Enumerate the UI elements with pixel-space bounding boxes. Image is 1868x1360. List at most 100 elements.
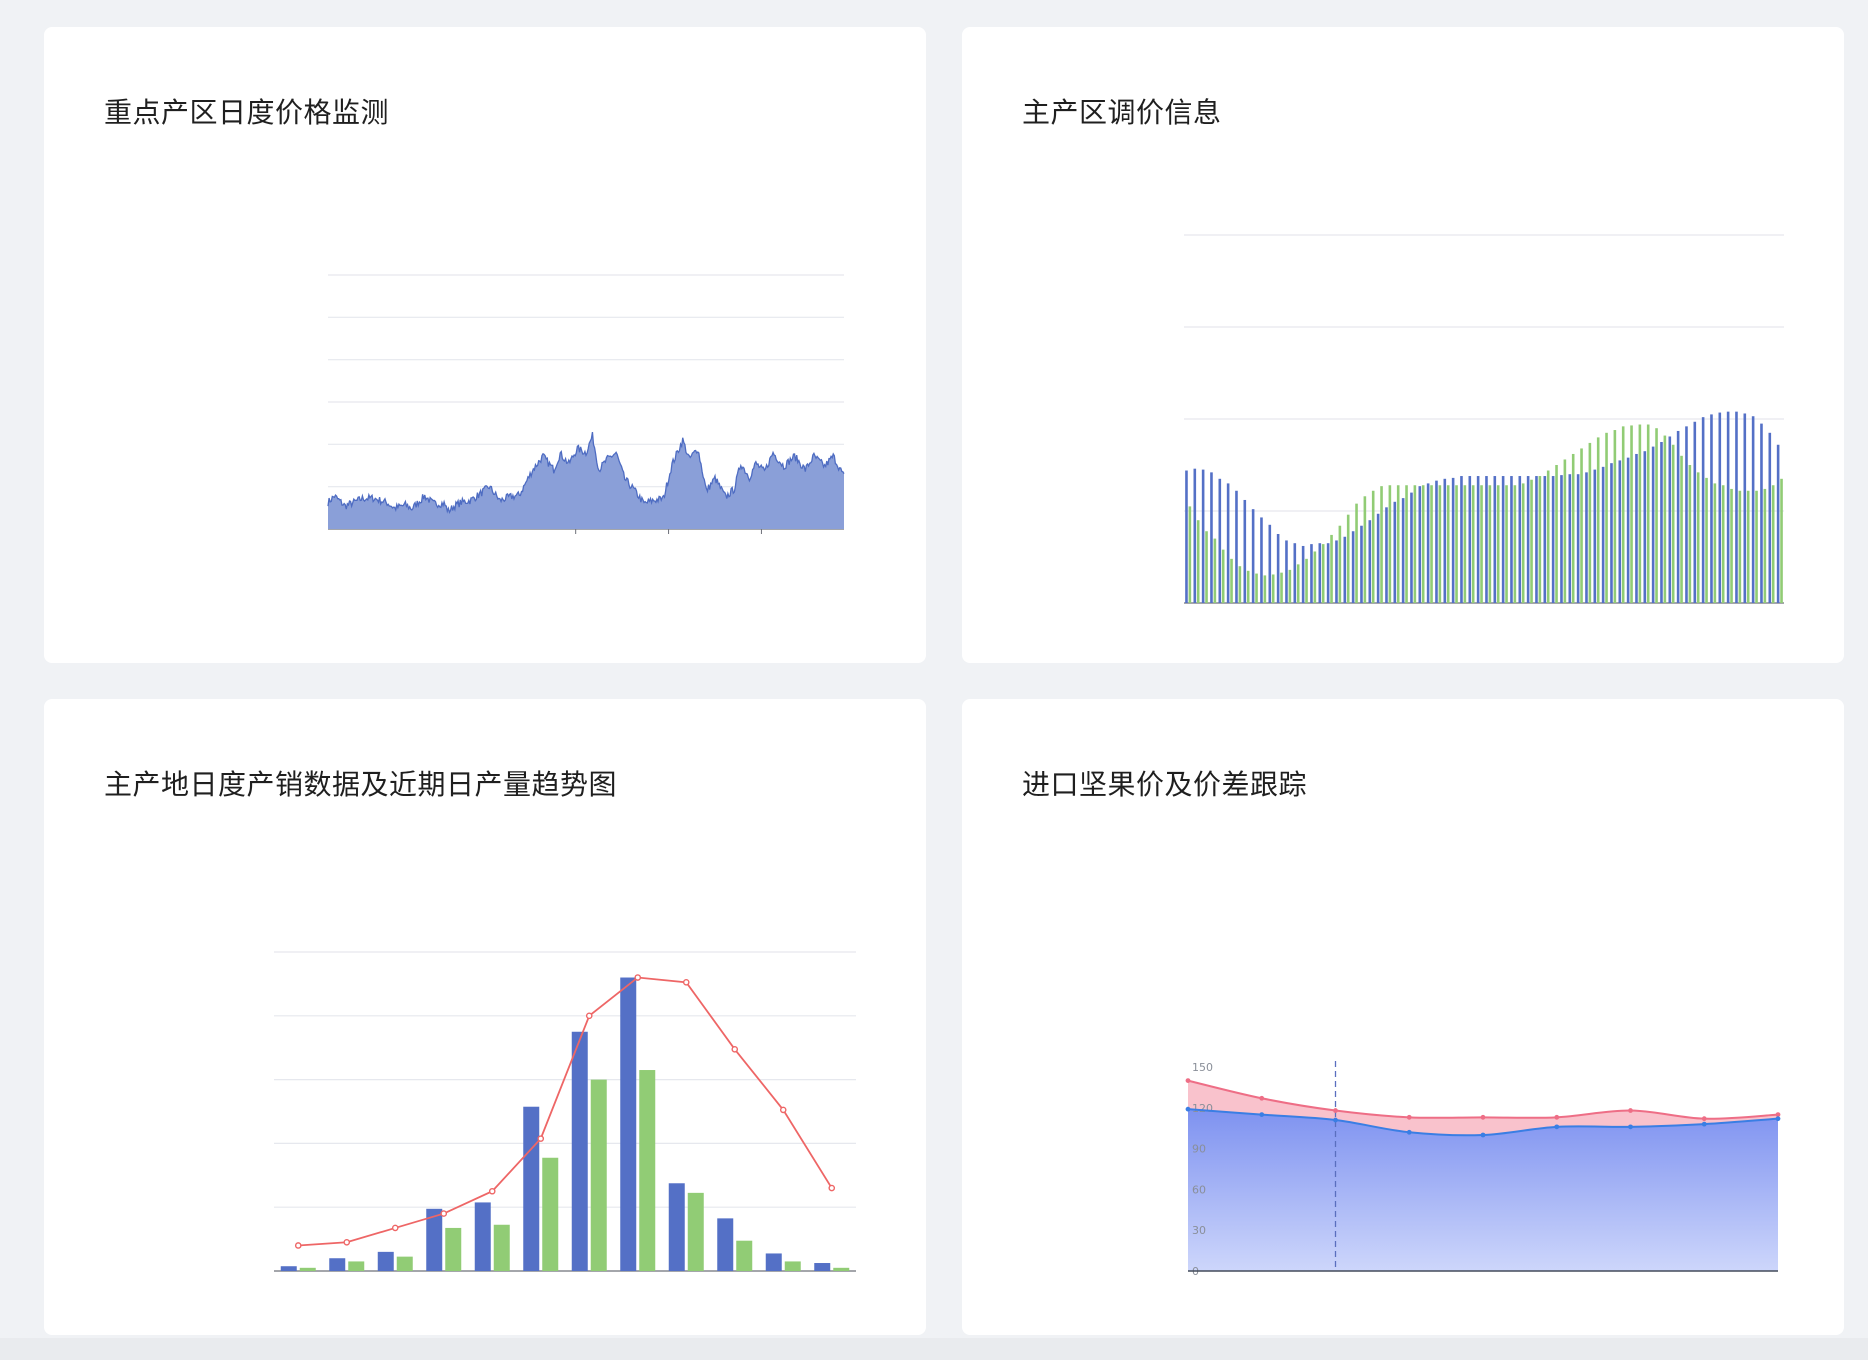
bar-series-2 [1446,485,1450,603]
bar-series-2 [1530,479,1533,603]
bar-series-1 [1485,476,1488,603]
price-top-point [1259,1095,1265,1101]
bar-series-2 [1413,485,1417,603]
bar-series-2 [1663,435,1667,603]
price-bottom-point [1554,1124,1560,1130]
bar-series-1 [329,1258,346,1271]
bar-series-2 [1646,424,1650,603]
bar-series-2 [1246,570,1250,603]
bar-series-2 [1288,569,1292,603]
bar-series-2 [445,1227,462,1271]
bar-series-1 [717,1218,734,1271]
bar-series-1 [1476,476,1480,603]
bar-series-1 [1685,426,1688,603]
bar-series-2 [542,1157,559,1271]
bar-series-1 [1218,478,1222,603]
bar-series-2 [1396,485,1400,603]
bar-series-1 [1426,483,1430,603]
production-sales-chart[interactable] [44,699,926,1335]
bar-series-2 [299,1267,316,1271]
bar-series-1 [1235,490,1238,603]
price-bottom-point [1775,1116,1781,1122]
price-monitor-chart[interactable] [44,27,926,663]
bar-series-2 [1213,538,1217,603]
price-top-point [1480,1114,1486,1120]
bar-series-2 [1313,551,1317,603]
bar-series-1 [1326,543,1330,603]
bar-series-1 [474,1202,491,1271]
bar-series-2 [1521,483,1525,603]
bar-series-1 [1210,472,1213,603]
bar-series-2 [1338,525,1342,603]
page-footer-strip [0,1338,1868,1360]
bar-series-1 [1410,492,1413,603]
bar-series-1 [1518,476,1522,603]
bar-series-1 [1310,544,1313,603]
bar-series-2 [1771,485,1775,603]
bar-series-1 [1276,534,1280,603]
bar-series-1 [1543,476,1547,603]
bar-series-2 [1196,520,1200,603]
trend-point [343,1238,351,1246]
bar-series-2 [1538,476,1542,603]
price-adjust-chart[interactable] [962,27,1844,663]
bar-series-1 [1468,476,1472,603]
price-bottom-point [1259,1112,1265,1117]
bar-series-2 [1188,506,1192,603]
bar-series-2 [639,1070,656,1271]
bar-series-1 [1585,472,1588,603]
bar-series-2 [1571,453,1575,603]
bar-series-1 [1618,460,1622,603]
price-monitor-card: 重点产区日度价格监测 [44,27,926,663]
bar-series-1 [1701,417,1705,603]
bar-series-1 [1293,543,1297,603]
bar-series-2 [1730,488,1733,603]
bar-series-1 [1418,486,1422,603]
bar-series-1 [1285,540,1288,603]
bar-series-1 [571,1031,588,1271]
bar-series-2 [1263,575,1267,603]
bar-series-2 [1488,485,1492,603]
bar-series-2 [1580,448,1583,603]
bar-series-1 [1676,430,1680,603]
bar-series-1 [1651,446,1655,603]
bar-series-1 [280,1266,297,1271]
bar-series-2 [1688,465,1692,603]
bar-series-1 [1335,540,1338,603]
bar-series-2 [1721,485,1725,603]
bar-series-2 [1255,573,1258,603]
bar-series-1 [1776,444,1780,603]
bar-series-2 [1563,459,1567,603]
price-bottom-point [1406,1129,1412,1135]
trend-point [391,1224,399,1232]
bar-series-1 [1535,476,1538,603]
bar-series-2 [1705,477,1708,603]
bar-series-1 [1268,524,1272,603]
bar-series-1 [1718,412,1722,603]
bar-series-1 [1368,520,1372,603]
trend-point [634,974,642,981]
trend-point [731,1045,739,1053]
trend-point [779,1106,787,1114]
bar-series-1 [1735,411,1738,603]
bar-series-2 [1738,490,1742,603]
bar-series-2 [1505,485,1508,603]
bar-series-1 [1401,498,1405,603]
bar-series-2 [1713,483,1717,603]
import-nut-chart[interactable]: 0306090120150 [962,699,1844,1335]
bar-series-1 [1610,463,1613,603]
bar-series-2 [396,1256,413,1271]
bar-series-1 [1593,469,1597,603]
bar-series-1 [765,1253,782,1271]
bar-series-1 [1360,525,1363,603]
bar-series-1 [1726,411,1730,603]
bar-series-2 [1271,574,1275,603]
bar-series-2 [1421,485,1425,603]
bar-series-2 [1588,442,1592,603]
bar-series-2 [1596,437,1600,603]
bar-series-1 [1668,436,1672,603]
import-nut-card: 进口坚果价及价差跟踪 0306090120150 [962,699,1844,1335]
bar-series-1 [1626,457,1630,603]
trend-line [298,976,833,1247]
bar-series-1 [1576,474,1580,603]
